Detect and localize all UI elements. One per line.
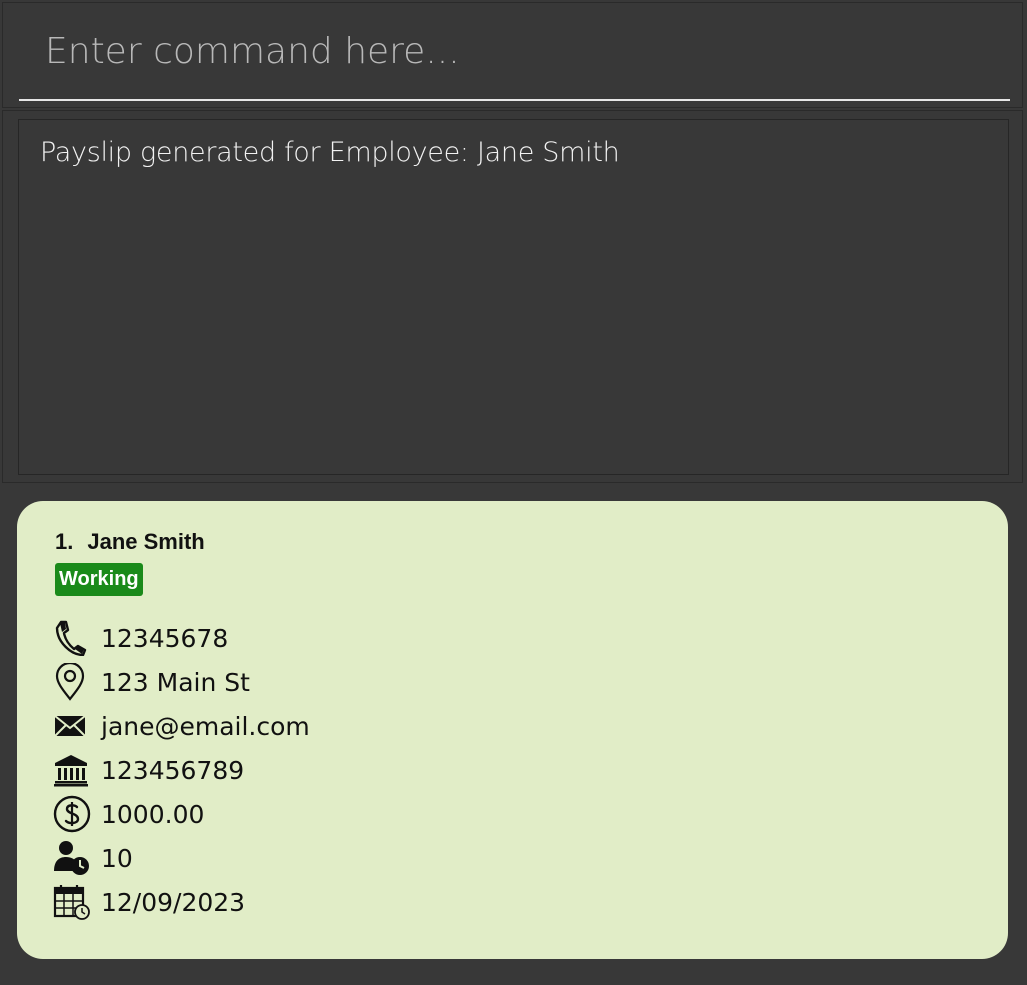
employee-card-header: 1. Jane Smith [55,529,205,555]
employee-name: Jane Smith [87,529,205,554]
employee-list[interactable]: 1. Jane Smith Working 12345678 123 Main … [0,485,1027,985]
bank-icon [53,750,93,790]
hours-value: 10 [101,843,133,873]
phone-value: 12345678 [101,623,229,653]
phone-icon [53,618,93,658]
envelope-icon [53,706,93,746]
address-field: 123 Main St [53,662,250,702]
location-pin-icon [53,662,93,702]
email-value: jane@email.com [101,711,310,741]
status-badge: Working [55,563,143,596]
address-value: 123 Main St [101,667,250,697]
person-clock-icon [53,838,93,878]
dollar-circle-icon [53,794,93,834]
result-message: Payslip generated for Employee: Jane Smi… [40,137,620,168]
result-display[interactable]: Payslip generated for Employee: Jane Smi… [18,119,1009,475]
calendar-clock-icon [53,882,93,922]
employee-card[interactable]: 1. Jane Smith Working 12345678 123 Main … [17,501,1008,959]
command-input[interactable] [19,3,1010,101]
employee-index: 1. [55,529,74,554]
phone-field: 12345678 [53,618,228,658]
salary-field: 1000.00 [53,794,204,834]
command-box [2,2,1023,108]
salary-value: 1000.00 [101,799,205,829]
bank-account-value: 123456789 [101,755,245,785]
hours-field: 10 [53,838,133,878]
date-field: 12/09/2023 [53,882,245,922]
bank-account-field: 123456789 [53,750,244,790]
result-panel: Payslip generated for Employee: Jane Smi… [2,110,1023,483]
app-window: Payslip generated for Employee: Jane Smi… [0,0,1027,985]
date-value: 12/09/2023 [101,887,246,917]
email-field: jane@email.com [53,706,310,746]
